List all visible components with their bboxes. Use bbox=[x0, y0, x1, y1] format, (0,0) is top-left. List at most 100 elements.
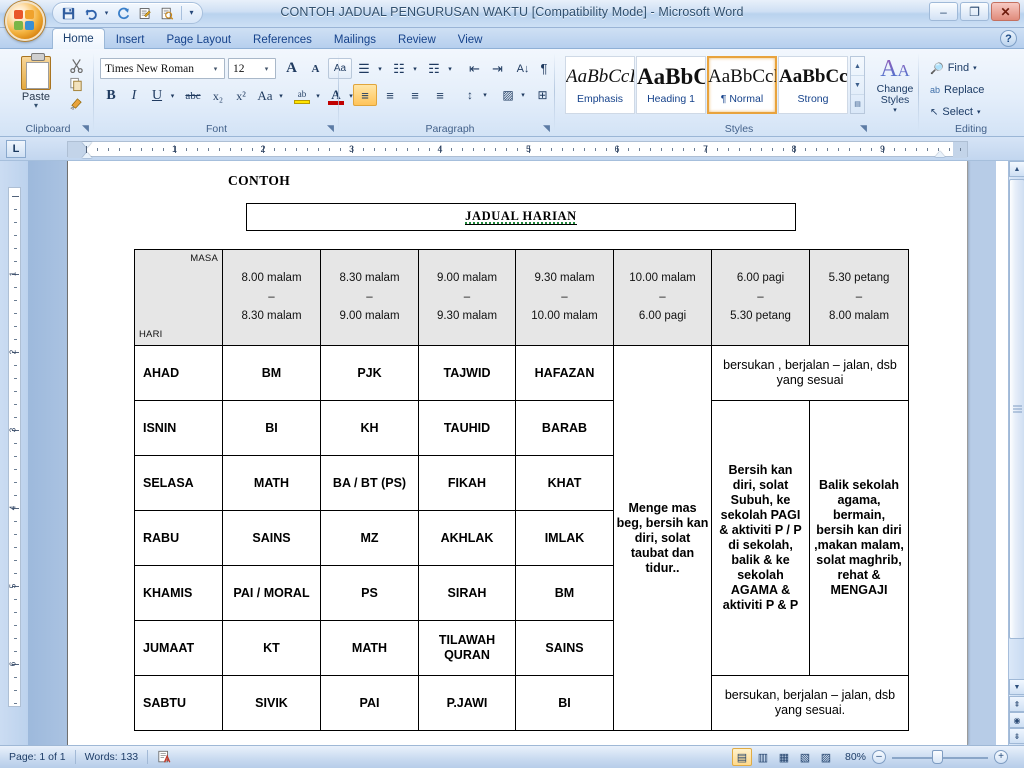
paste-dropdown-icon[interactable]: ▾ bbox=[34, 102, 38, 110]
style-heading-1[interactable]: AaBbC Heading 1 bbox=[636, 56, 706, 114]
view-web-layout[interactable]: ▦ bbox=[774, 748, 794, 766]
font-name-combo[interactable]: Times New Roman ▾ bbox=[100, 58, 225, 79]
style-normal[interactable]: AaBbCcI ¶ Normal bbox=[707, 56, 777, 114]
office-button[interactable] bbox=[5, 1, 45, 41]
font-size-chevron-down-icon[interactable]: ▾ bbox=[260, 65, 273, 73]
decrease-indent-button[interactable]: ⇤ bbox=[463, 58, 486, 79]
tab-view[interactable]: View bbox=[447, 29, 494, 49]
paste-button[interactable]: Paste ▾ bbox=[10, 53, 62, 118]
tab-home[interactable]: Home bbox=[52, 28, 105, 49]
tab-mailings[interactable]: Mailings bbox=[323, 29, 387, 49]
format-painter-icon[interactable] bbox=[64, 94, 88, 113]
help-icon[interactable]: ? bbox=[1000, 30, 1017, 47]
line-spacing-chevron-down-icon[interactable]: ▾ bbox=[480, 84, 490, 106]
numbering-chevron-down-icon[interactable]: ▾ bbox=[410, 58, 420, 79]
hanging-indent-marker[interactable] bbox=[82, 152, 92, 158]
show-formatting-marks-button[interactable]: ¶ bbox=[534, 58, 554, 79]
tab-insert[interactable]: Insert bbox=[105, 29, 156, 49]
zoom-slider[interactable] bbox=[892, 750, 988, 764]
proofing-errors-icon[interactable] bbox=[148, 748, 181, 767]
select-chevron-down-icon[interactable]: ▾ bbox=[977, 108, 981, 116]
text-highlight-button[interactable]: ab bbox=[290, 85, 314, 107]
maximize-button[interactable]: ❐ bbox=[960, 2, 989, 21]
page-indicator[interactable]: Page: 1 of 1 bbox=[0, 748, 75, 767]
italic-button[interactable]: I bbox=[123, 85, 145, 107]
document-page[interactable]: CONTOH JADUAL HARIAN MASA HARI 8.00 mala… bbox=[67, 161, 968, 745]
tab-references[interactable]: References bbox=[242, 29, 323, 49]
copy-icon[interactable] bbox=[64, 75, 88, 94]
select-browse-object-button[interactable]: ◉ bbox=[1009, 712, 1024, 728]
styles-more-icon[interactable]: ▤ bbox=[851, 95, 864, 113]
bullets-button[interactable]: ☰ bbox=[353, 58, 375, 79]
previous-page-button[interactable]: ⇞ bbox=[1009, 696, 1024, 712]
align-center-button[interactable]: ≡ bbox=[378, 84, 402, 106]
select-button[interactable]: ↖ Select ▾ bbox=[927, 102, 983, 122]
styles-dialog-launcher[interactable]: ◥ bbox=[858, 123, 869, 134]
zoom-level[interactable]: 80% bbox=[845, 751, 866, 763]
view-full-screen-reading[interactable]: ▥ bbox=[753, 748, 773, 766]
styles-scroll-down-icon[interactable]: ▼ bbox=[851, 76, 864, 95]
font-dialog-launcher[interactable]: ◥ bbox=[325, 123, 336, 134]
change-styles-icon: AA bbox=[880, 56, 910, 82]
scroll-up-button[interactable]: ▲ bbox=[1009, 161, 1024, 177]
change-styles-button[interactable]: AA Change Styles ▾ bbox=[869, 56, 921, 114]
increase-indent-button[interactable]: ⇥ bbox=[486, 58, 509, 79]
zoom-out-button[interactable]: – bbox=[872, 750, 886, 764]
highlight-chevron-down-icon[interactable]: ▾ bbox=[313, 85, 323, 107]
superscript-button[interactable]: x² bbox=[230, 85, 252, 107]
paragraph-dialog-launcher[interactable]: ◥ bbox=[541, 123, 552, 134]
shrink-font-button[interactable]: A bbox=[304, 58, 327, 79]
line-spacing-button[interactable]: ↕ bbox=[459, 84, 481, 106]
first-line-indent-marker[interactable] bbox=[82, 142, 92, 148]
underline-chevron-down-icon[interactable]: ▾ bbox=[167, 85, 178, 107]
tab-page-layout[interactable]: Page Layout bbox=[155, 29, 242, 49]
vertical-ruler[interactable]: 1 2 3 4 5 6 bbox=[8, 187, 21, 707]
style-emphasis[interactable]: AaBbCcI Emphasis bbox=[565, 56, 635, 114]
grow-font-button[interactable]: A bbox=[280, 58, 303, 79]
borders-button[interactable]: ⊞ bbox=[532, 84, 553, 106]
multilevel-chevron-down-icon[interactable]: ▾ bbox=[445, 58, 455, 79]
vertical-scrollbar[interactable]: ▲ ▼ ⇞ ◉ ⇟ bbox=[1008, 161, 1024, 745]
font-size-combo[interactable]: 12 ▾ bbox=[228, 58, 276, 79]
tab-review[interactable]: Review bbox=[387, 29, 447, 49]
bold-button[interactable]: B bbox=[100, 85, 122, 107]
style-strong[interactable]: AaBbCcI Strong bbox=[778, 56, 848, 114]
shading-button[interactable]: ▨ bbox=[497, 84, 519, 106]
word-count[interactable]: Words: 133 bbox=[76, 748, 148, 767]
font-name-chevron-down-icon[interactable]: ▾ bbox=[209, 65, 222, 73]
tab-stop-selector[interactable]: L bbox=[6, 140, 26, 158]
change-styles-chevron-down-icon[interactable]: ▾ bbox=[893, 106, 897, 114]
view-draft[interactable]: ▨ bbox=[816, 748, 836, 766]
change-case-button[interactable]: Aa bbox=[253, 85, 277, 107]
zoom-in-button[interactable]: + bbox=[994, 750, 1008, 764]
shading-chevron-down-icon[interactable]: ▾ bbox=[518, 84, 528, 106]
cut-icon[interactable] bbox=[64, 56, 88, 75]
zoom-slider-thumb[interactable] bbox=[932, 750, 943, 764]
styles-scroll-up-icon[interactable]: ▲ bbox=[851, 57, 864, 76]
numbering-button[interactable]: ☷ bbox=[388, 58, 410, 79]
find-chevron-down-icon[interactable]: ▾ bbox=[973, 64, 977, 72]
view-outline[interactable]: ▧ bbox=[795, 748, 815, 766]
strikethrough-button[interactable]: abc bbox=[180, 85, 206, 107]
font-color-button[interactable]: A bbox=[325, 85, 347, 107]
right-indent-marker[interactable] bbox=[935, 151, 945, 157]
scroll-thumb[interactable] bbox=[1009, 179, 1024, 639]
underline-button[interactable]: U bbox=[146, 85, 168, 107]
scroll-down-button[interactable]: ▼ bbox=[1009, 679, 1024, 695]
bullets-chevron-down-icon[interactable]: ▾ bbox=[375, 58, 385, 79]
subscript-button[interactable]: x₂ bbox=[207, 85, 229, 107]
justify-button[interactable]: ≡ bbox=[428, 84, 452, 106]
align-right-button[interactable]: ≡ bbox=[403, 84, 427, 106]
replace-button[interactable]: ab Replace bbox=[927, 80, 987, 100]
align-left-button[interactable]: ≡ bbox=[353, 84, 377, 106]
change-case-chevron-down-icon[interactable]: ▾ bbox=[276, 85, 286, 107]
view-print-layout[interactable]: ▤ bbox=[731, 748, 752, 766]
multilevel-list-button[interactable]: ☶ bbox=[423, 58, 445, 79]
horizontal-ruler[interactable]: 1 2 3 4 5 6 7 8 9 bbox=[67, 141, 968, 158]
close-button[interactable]: ✕ bbox=[991, 2, 1020, 21]
find-button[interactable]: 🔎 Find ▾ bbox=[927, 58, 980, 78]
sort-button[interactable]: A↓ bbox=[512, 58, 534, 79]
next-page-button[interactable]: ⇟ bbox=[1009, 728, 1024, 744]
minimize-button[interactable]: – bbox=[929, 2, 958, 21]
clipboard-dialog-launcher[interactable]: ◥ bbox=[80, 123, 91, 134]
